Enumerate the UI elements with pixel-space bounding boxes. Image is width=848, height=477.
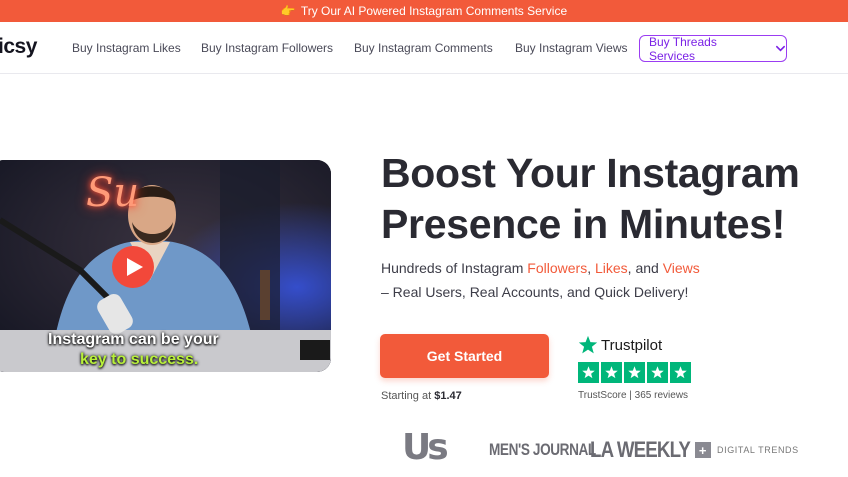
hero-headline-line1: Boost Your Instagram bbox=[381, 150, 800, 196]
star-icon bbox=[647, 362, 668, 383]
press-logo-mens-journal: MEN'S JOURNAL bbox=[489, 440, 596, 459]
get-started-button[interactable]: Get Started bbox=[380, 334, 549, 378]
video-caption-line1: Instagram can be your bbox=[48, 331, 219, 348]
trustpilot-brand-text: Trustpilot bbox=[601, 336, 663, 354]
promo-bar-text[interactable]: Try Our AI Powered Instagram Comments Se… bbox=[301, 4, 567, 18]
video-caption-line2: key to success. bbox=[80, 351, 199, 368]
star-icon bbox=[670, 362, 691, 383]
threads-services-dropdown[interactable]: Buy Threads Services bbox=[639, 34, 787, 63]
hero-subheadline: Hundreds of Instagram Followers, Likes, … bbox=[381, 256, 700, 304]
trustscore-text[interactable]: TrustScore | 365 reviews bbox=[578, 390, 688, 401]
price-value: $1.47 bbox=[434, 390, 462, 402]
sub-and: , and bbox=[627, 260, 663, 276]
starting-price: Starting at $1.47 bbox=[381, 390, 462, 402]
sub-line2: – Real Users, Real Accounts, and Quick D… bbox=[381, 284, 689, 300]
nav-link-instagram-views[interactable]: Buy Instagram Views bbox=[515, 41, 628, 55]
nav-link-instagram-likes[interactable]: Buy Instagram Likes bbox=[72, 41, 181, 55]
play-button[interactable] bbox=[112, 246, 154, 288]
pointing-hand-icon: 👉 bbox=[280, 4, 296, 18]
price-prefix: Starting at bbox=[381, 390, 435, 402]
nav-link-instagram-followers[interactable]: Buy Instagram Followers bbox=[201, 41, 333, 55]
star-icon bbox=[601, 362, 622, 383]
press-logo-us-weekly: Us bbox=[402, 427, 449, 468]
sub-prefix: Hundreds of Instagram bbox=[381, 260, 528, 276]
main-nav: icsy Buy Instagram Likes Buy Instagram F… bbox=[0, 22, 848, 74]
hero-headline-line2: Presence in Minutes! bbox=[381, 201, 786, 247]
digital-trends-text: DIGITAL TRENDS bbox=[717, 445, 799, 455]
nav-link-instagram-comments[interactable]: Buy Instagram Comments bbox=[354, 41, 493, 55]
site-logo[interactable]: icsy bbox=[0, 35, 37, 59]
followers-link[interactable]: Followers bbox=[527, 260, 587, 276]
star-icon bbox=[624, 362, 645, 383]
trustpilot-star-icon bbox=[578, 335, 598, 354]
neon-sign: Su bbox=[86, 170, 140, 216]
digital-trends-plus-icon: + bbox=[695, 442, 711, 458]
trustpilot-logo[interactable]: Trustpilot bbox=[578, 335, 662, 355]
views-link[interactable]: Views bbox=[663, 260, 700, 276]
star-icon bbox=[578, 362, 599, 383]
press-logo-la-weekly: LA WEEKLY bbox=[590, 437, 691, 462]
chevron-down-icon bbox=[776, 45, 785, 52]
trustpilot-rating-stars bbox=[578, 362, 691, 383]
promo-bar[interactable]: 👉 Try Our AI Powered Instagram Comments … bbox=[0, 0, 848, 22]
promo-video[interactable]: Su Instagram can be your key to success. bbox=[0, 160, 331, 372]
sub-comma: , bbox=[587, 260, 595, 276]
hero-headline: Boost Your Instagram Presence in Minutes… bbox=[381, 148, 800, 250]
press-logo-digital-trends: + DIGITAL TRENDS bbox=[695, 442, 799, 458]
play-icon bbox=[126, 258, 143, 276]
threads-services-label: Buy Threads Services bbox=[649, 34, 717, 63]
likes-link[interactable]: Likes bbox=[595, 260, 628, 276]
